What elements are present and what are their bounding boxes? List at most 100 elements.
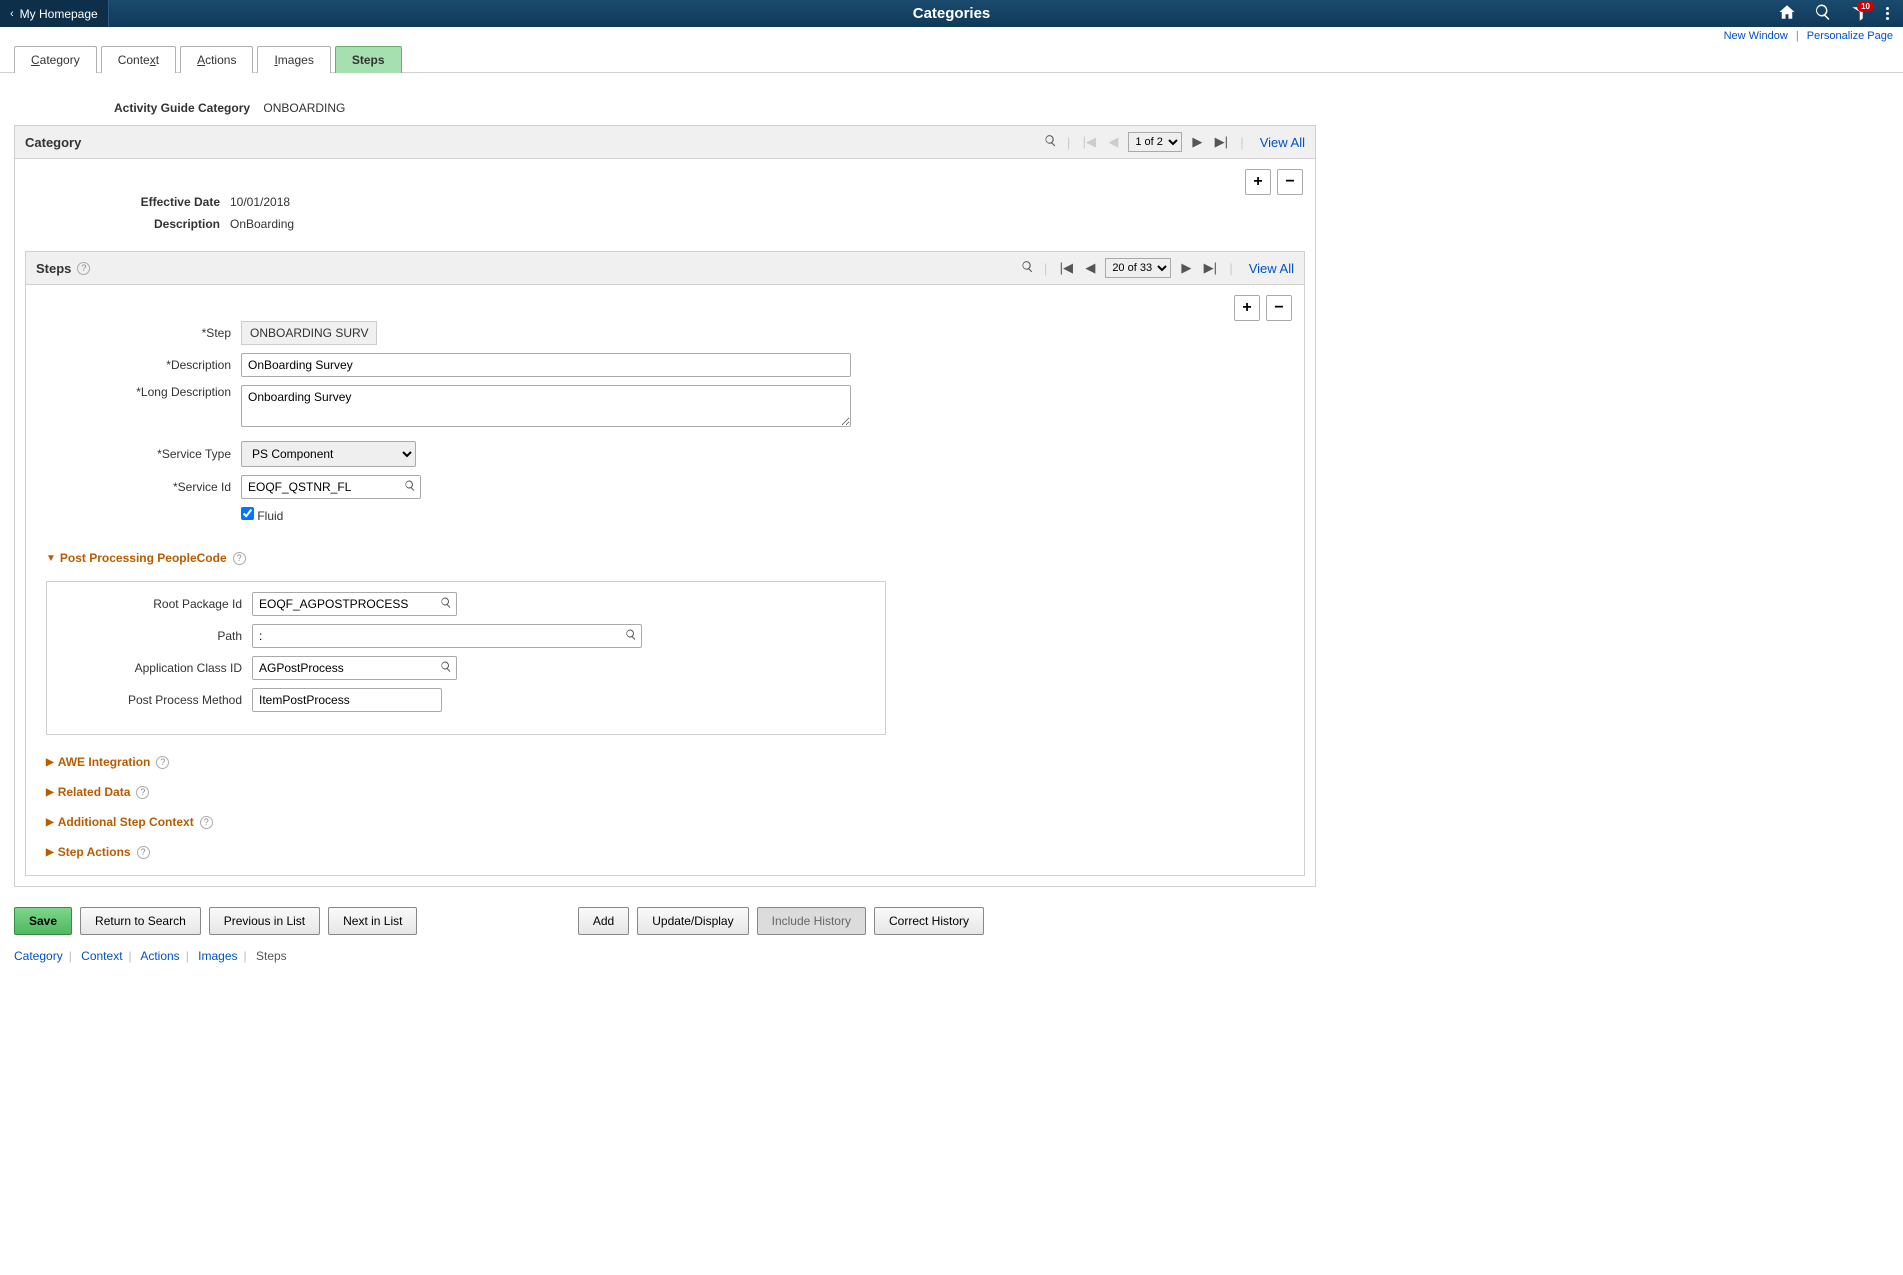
triangle-right-icon: ▶	[46, 757, 54, 768]
path-lookup-icon[interactable]	[625, 629, 637, 644]
personalize-link[interactable]: Personalize Page	[1807, 30, 1893, 42]
notifications-icon[interactable]: 10	[1850, 5, 1868, 23]
cat-desc-value: OnBoarding	[230, 217, 294, 231]
steps-first-icon[interactable]: |◀	[1057, 260, 1075, 276]
footer-images[interactable]: Images	[198, 949, 237, 963]
steps-last-icon[interactable]: ▶|	[1201, 260, 1219, 276]
update-display-button[interactable]: Update/Display	[637, 907, 748, 935]
steps-prev-icon[interactable]: ◀	[1081, 260, 1099, 276]
footer-tabs: Category| Context| Actions| Images| Step…	[14, 935, 1316, 963]
eff-date-value: 10/01/2018	[230, 195, 290, 209]
add-button[interactable]: Add	[578, 907, 629, 935]
tab-category[interactable]: CCategoryategory	[14, 46, 97, 73]
steps-next-icon[interactable]: ▶	[1177, 260, 1195, 276]
top-links: New Window | Personalize Page	[0, 27, 1903, 45]
method-input[interactable]	[252, 688, 442, 712]
save-button[interactable]: Save	[14, 907, 72, 935]
ppp-help-icon[interactable]: ?	[233, 552, 246, 565]
ppp-header[interactable]: ▼ Post Processing PeopleCode ?	[46, 551, 1304, 565]
context-header[interactable]: ▶ Additional Step Context ?	[46, 815, 1304, 829]
category-title: Category	[25, 135, 81, 150]
svc-type-label: *Service Type	[46, 447, 241, 461]
steps-add-button[interactable]: +	[1234, 295, 1260, 321]
footer-actions[interactable]: Actions	[140, 949, 179, 963]
tab-context[interactable]: Context	[101, 46, 176, 73]
step-label: *Step	[46, 326, 241, 340]
app-class-lookup-icon[interactable]	[440, 661, 452, 676]
step-desc-input[interactable]	[241, 353, 851, 377]
category-section: Category | |◀ ◀ 1 of 2 ▶ ▶| | View All +…	[14, 125, 1316, 887]
banner-actions: 10	[1778, 3, 1903, 24]
related-help-icon[interactable]: ?	[136, 786, 149, 799]
stepactions-header[interactable]: ▶ Step Actions ?	[46, 845, 1304, 859]
next-icon[interactable]: ▶	[1188, 134, 1206, 150]
triangle-right-icon: ▶	[46, 787, 54, 798]
context-title: Additional Step Context	[58, 815, 194, 829]
fluid-checkbox[interactable]	[241, 507, 254, 520]
category-pager-select[interactable]: 1 of 2	[1128, 132, 1182, 152]
tab-steps[interactable]: Steps	[335, 46, 402, 73]
steps-help-icon[interactable]: ?	[77, 262, 90, 275]
next-in-list-button[interactable]: Next in List	[328, 907, 417, 935]
stepactions-help-icon[interactable]: ?	[137, 846, 150, 859]
tab-strip: CCategoryategory Context Actions Images …	[0, 45, 1903, 73]
steps-view-all[interactable]: View All	[1249, 261, 1294, 276]
root-pkg-label: Root Package Id	[47, 597, 252, 611]
activity-guide-meta: Activity Guide Category ONBOARDING	[14, 83, 1316, 125]
awe-section: ▶ AWE Integration ?	[26, 747, 1304, 777]
steps-pager-select[interactable]: 20 of 33	[1105, 258, 1171, 278]
svc-type-select[interactable]: PS Component	[241, 441, 416, 467]
related-title: Related Data	[58, 785, 131, 799]
long-desc-input[interactable]: Onboarding Survey	[241, 385, 851, 427]
footer-context[interactable]: Context	[81, 949, 122, 963]
chevron-left-icon: ‹	[10, 8, 14, 20]
steps-search-icon[interactable]	[1021, 260, 1034, 276]
category-search-icon[interactable]	[1044, 134, 1057, 150]
include-history-button[interactable]: Include History	[757, 907, 866, 935]
previous-in-list-button[interactable]: Previous in List	[209, 907, 320, 935]
more-menu-icon[interactable]	[1886, 7, 1889, 20]
return-to-search-button[interactable]: Return to Search	[80, 907, 201, 935]
awe-header[interactable]: ▶ AWE Integration ?	[46, 755, 1304, 769]
root-pkg-lookup-icon[interactable]	[440, 597, 452, 612]
fluid-label: Fluid	[257, 509, 283, 523]
svc-id-input[interactable]	[241, 475, 421, 499]
category-view-all[interactable]: View All	[1260, 135, 1305, 150]
stepactions-title: Step Actions	[58, 845, 131, 859]
app-class-input[interactable]	[252, 656, 457, 680]
new-window-link[interactable]: New Window	[1724, 30, 1788, 42]
awe-help-icon[interactable]: ?	[156, 756, 169, 769]
meta-label: Activity Guide Category	[114, 101, 250, 115]
page-title: Categories	[913, 5, 991, 22]
triangle-right-icon: ▶	[46, 847, 54, 858]
fluid-checkbox-wrap[interactable]: Fluid	[241, 507, 283, 523]
correct-history-button[interactable]: Correct History	[874, 907, 984, 935]
footer-category[interactable]: Category	[14, 949, 63, 963]
back-label: My Homepage	[20, 7, 98, 21]
svc-id-label: *Service Id	[46, 480, 241, 494]
home-icon[interactable]	[1778, 3, 1796, 24]
step-desc-label: *Description	[46, 358, 241, 372]
prev-icon[interactable]: ◀	[1104, 134, 1122, 150]
app-class-label: Application Class ID	[47, 661, 252, 675]
context-help-icon[interactable]: ?	[200, 816, 213, 829]
tab-images[interactable]: Images	[257, 46, 330, 73]
root-pkg-input[interactable]	[252, 592, 457, 616]
path-input[interactable]	[252, 624, 642, 648]
method-label: Post Process Method	[47, 693, 252, 707]
steps-remove-button[interactable]: −	[1266, 295, 1292, 321]
first-icon[interactable]: |◀	[1080, 134, 1098, 150]
steps-title: Steps	[36, 261, 71, 276]
ppp-body: Root Package Id Path	[46, 581, 886, 735]
last-icon[interactable]: ▶|	[1212, 134, 1230, 150]
search-icon[interactable]	[1814, 3, 1832, 24]
category-remove-button[interactable]: −	[1277, 169, 1303, 195]
meta-value: ONBOARDING	[263, 101, 345, 115]
back-nav[interactable]: ‹ My Homepage	[0, 0, 109, 27]
cat-desc-label: Description	[35, 217, 230, 231]
tab-actions[interactable]: Actions	[180, 46, 253, 73]
category-add-button[interactable]: +	[1245, 169, 1271, 195]
related-header[interactable]: ▶ Related Data ?	[46, 785, 1304, 799]
context-section: ▶ Additional Step Context ?	[26, 807, 1304, 837]
svc-id-lookup-icon[interactable]	[404, 480, 416, 495]
